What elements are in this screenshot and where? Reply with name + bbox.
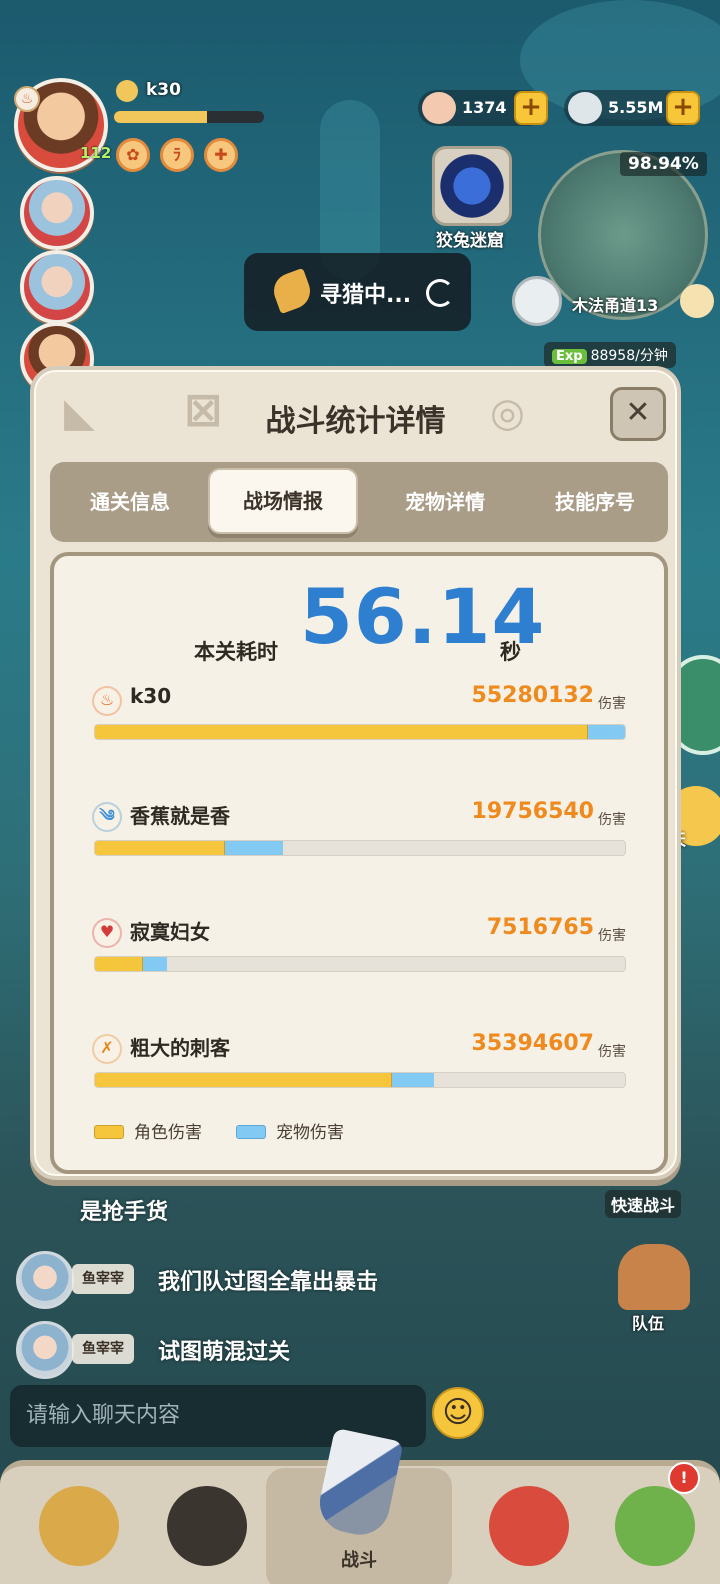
chat-sender-name[interactable]: 鱼宰宰	[72, 1334, 134, 1364]
shell-amount: 1374	[462, 98, 507, 117]
character-damage-fill	[95, 841, 225, 855]
chief-icon	[615, 1486, 695, 1566]
character-icon	[167, 1486, 247, 1566]
damage-unit: 伤害	[598, 812, 626, 828]
damage-bar	[94, 1072, 626, 1088]
chat-partial-line: 是抢手货	[80, 1200, 169, 1225]
damage-bar	[94, 724, 626, 740]
nav-battle-label: 战斗	[341, 1550, 377, 1571]
character-damage-fill	[95, 1073, 392, 1087]
team-label[interactable]: 队伍	[632, 1310, 664, 1334]
fire-class-icon: ♨	[14, 86, 40, 112]
fish-icon[interactable]	[512, 276, 562, 326]
time-label: 本关耗时	[194, 640, 278, 664]
guide-avatar-icon[interactable]	[680, 284, 714, 318]
member-name: k30	[130, 684, 172, 708]
hunting-text: 寻猎中...	[320, 283, 412, 308]
legend-character-swatch	[94, 1125, 124, 1139]
member-damage: 7516765	[486, 915, 594, 940]
member-name: 寂寞妇女	[130, 920, 210, 944]
shell-currency: 1374 +	[418, 90, 548, 126]
damage-unit: 伤害	[598, 928, 626, 944]
heart-class-icon: ♥	[92, 918, 122, 948]
add-pearls-button[interactable]: +	[666, 91, 700, 125]
player-mood-icon	[116, 80, 138, 102]
damage-bar	[94, 956, 626, 972]
loading-spinner-icon	[426, 279, 454, 307]
chat-avatar[interactable]	[16, 1251, 74, 1309]
damage-bar	[94, 840, 626, 856]
fire-class-icon: ♨	[92, 686, 122, 716]
player-xp-bar	[114, 111, 264, 123]
time-unit: 秒	[500, 640, 521, 664]
hunting-status: 寻猎中...	[244, 253, 471, 331]
quick-battle-button[interactable]: 快速战斗	[605, 1190, 682, 1218]
close-button[interactable]: ✕	[610, 387, 666, 441]
dungeon-portal-icon[interactable]	[432, 146, 512, 226]
player-name: k30	[146, 80, 181, 100]
dungeon-label: 狡兔迷窟	[436, 231, 504, 251]
shell-icon	[422, 92, 456, 124]
tab-battlefield-intel[interactable]: 战场情报	[208, 468, 358, 534]
team-icon[interactable]	[618, 1244, 690, 1310]
wind-class-icon: ༄	[92, 802, 122, 832]
member-name: 粗大的刺客	[130, 1036, 230, 1060]
tab-pet-details[interactable]: 宠物详情	[370, 462, 520, 542]
notification-badge: !	[668, 1462, 700, 1494]
pet-damage-fill	[391, 1073, 435, 1087]
tab-skill-order[interactable]: 技能序号	[520, 462, 670, 542]
buff-shield-icon[interactable]: ✚	[204, 138, 238, 172]
dagger-class-icon: ✗	[92, 1034, 122, 1064]
damage-unit: 伤害	[598, 1044, 626, 1060]
chat-sender-name[interactable]: 鱼宰宰	[72, 1264, 134, 1294]
nav-character[interactable]	[152, 1480, 262, 1584]
character-damage-fill	[95, 725, 588, 739]
nav-battle[interactable]: 战斗	[266, 1427, 452, 1584]
nav-pets[interactable]	[24, 1480, 134, 1584]
map-progress: 98.94%	[620, 152, 707, 176]
chat-message: 试图萌混过关	[158, 1340, 291, 1365]
exp-rate: Exp 88958/分钟	[544, 342, 676, 368]
legend-character: 角色伤害	[134, 1123, 202, 1143]
region-label: 木法甬道13	[572, 296, 659, 315]
exp-tag: Exp	[552, 349, 587, 364]
pet-damage-fill	[224, 841, 284, 855]
member-damage: 35394607	[471, 1031, 594, 1056]
battle-stats-modal: ◣ ⊠ ◎ 战斗统计详情 ✕ 通关信息 战场情报 宠物详情 技能序号 本关耗时 …	[30, 366, 681, 1180]
teammate-avatar-2[interactable]	[20, 250, 94, 324]
player-level: 112	[80, 144, 112, 162]
yak-icon	[39, 1486, 119, 1566]
tab-clear-info[interactable]: 通关信息	[60, 462, 200, 542]
buff-gear-icon[interactable]: ✿	[116, 138, 150, 172]
dino-icon	[489, 1486, 569, 1566]
character-damage-fill	[95, 957, 143, 971]
member-damage: 55280132	[471, 683, 594, 708]
tab-bar: 通关信息 战场情报 宠物详情 技能序号	[50, 462, 668, 542]
modal-title: 战斗统计详情	[265, 404, 446, 439]
legend-pet: 宠物伤害	[276, 1123, 344, 1143]
pearl-icon	[568, 92, 602, 124]
battlefield-panel: 本关耗时 56.14 秒 ♨ k30 55280132 伤害 ༄ 香蕉就是香 1975654…	[50, 552, 668, 1174]
pearl-currency: 5.55M +	[564, 90, 700, 126]
pet-damage-fill	[142, 957, 167, 971]
damage-unit: 伤害	[598, 696, 626, 712]
teammate-avatar-1[interactable]	[20, 176, 94, 250]
buff-run-icon[interactable]: ﾗ	[160, 138, 194, 172]
bottom-nav: 战斗	[0, 1427, 720, 1584]
nav-shop[interactable]	[600, 1480, 710, 1584]
member-name: 香蕉就是香	[130, 804, 230, 828]
emoji-button[interactable]: ☺	[432, 1387, 484, 1439]
horn-icon	[268, 267, 316, 315]
exp-rate-value: 88958/分钟	[590, 348, 668, 364]
member-damage: 19756540	[471, 799, 594, 824]
chat-message: 我们队过图全靠出暴击	[158, 1270, 379, 1295]
pearl-amount: 5.55M	[608, 98, 664, 117]
legend-pet-swatch	[236, 1125, 266, 1139]
pet-damage-fill	[587, 725, 625, 739]
chat-avatar[interactable]	[16, 1321, 74, 1379]
nav-monsters[interactable]	[474, 1480, 584, 1584]
add-shells-button[interactable]: +	[514, 91, 548, 125]
